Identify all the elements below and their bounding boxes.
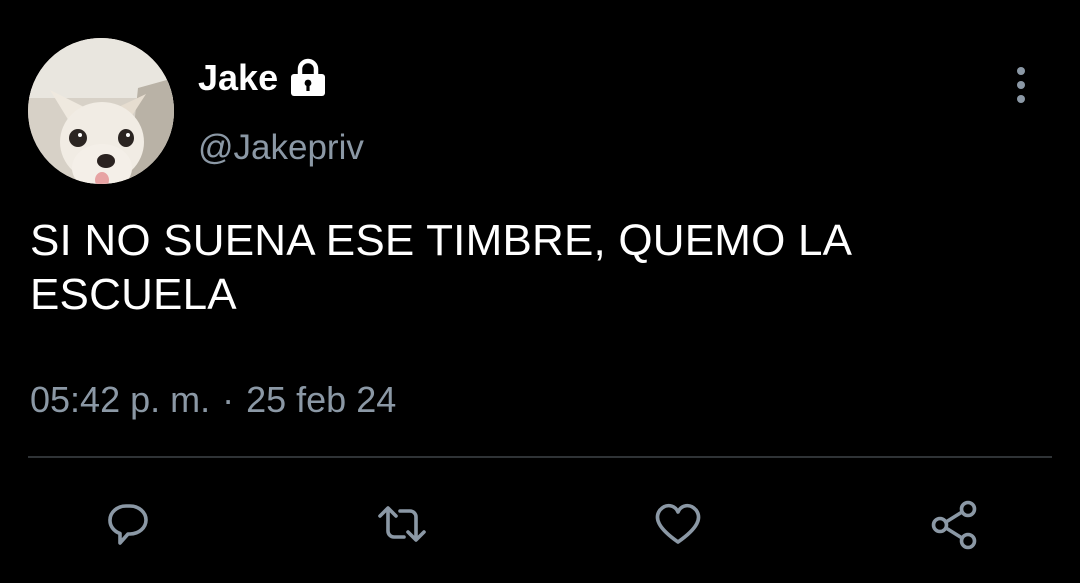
more-dot-icon [1017, 67, 1025, 75]
more-dot-icon [1017, 95, 1025, 103]
divider [28, 456, 1052, 458]
like-button[interactable] [648, 492, 708, 556]
share-button[interactable] [924, 492, 984, 556]
user-handle[interactable]: @Jakepriv [198, 128, 364, 168]
lock-icon [286, 58, 330, 98]
tweet-timestamp[interactable]: 05:42 p. m. · 25 feb 24 [30, 378, 396, 422]
chihuahua-avatar-image [28, 38, 174, 184]
share-icon [931, 500, 977, 550]
reply-icon [108, 504, 148, 545]
tweet-date: 25 feb 24 [246, 379, 397, 420]
action-bar [0, 492, 1080, 560]
more-dot-icon [1017, 81, 1025, 89]
heart-icon [655, 503, 701, 544]
author-name-row: Jake [198, 58, 330, 98]
retweet-button[interactable] [372, 492, 432, 556]
tweet-card: Jake @Jakepriv SI NO SUENA ESE TIMBRE, Q… [0, 0, 1080, 583]
tweet-time: 05:42 p. m. [30, 379, 211, 420]
avatar[interactable] [28, 38, 174, 184]
display-name[interactable]: Jake [198, 58, 278, 98]
more-options-button[interactable] [1004, 62, 1038, 108]
meta-separator: · [222, 379, 235, 420]
retweet-icon [378, 506, 426, 542]
tweet-text: SI NO SUENA ESE TIMBRE, QUEMO LA ESCUELA [30, 216, 850, 319]
reply-button[interactable] [96, 492, 156, 556]
